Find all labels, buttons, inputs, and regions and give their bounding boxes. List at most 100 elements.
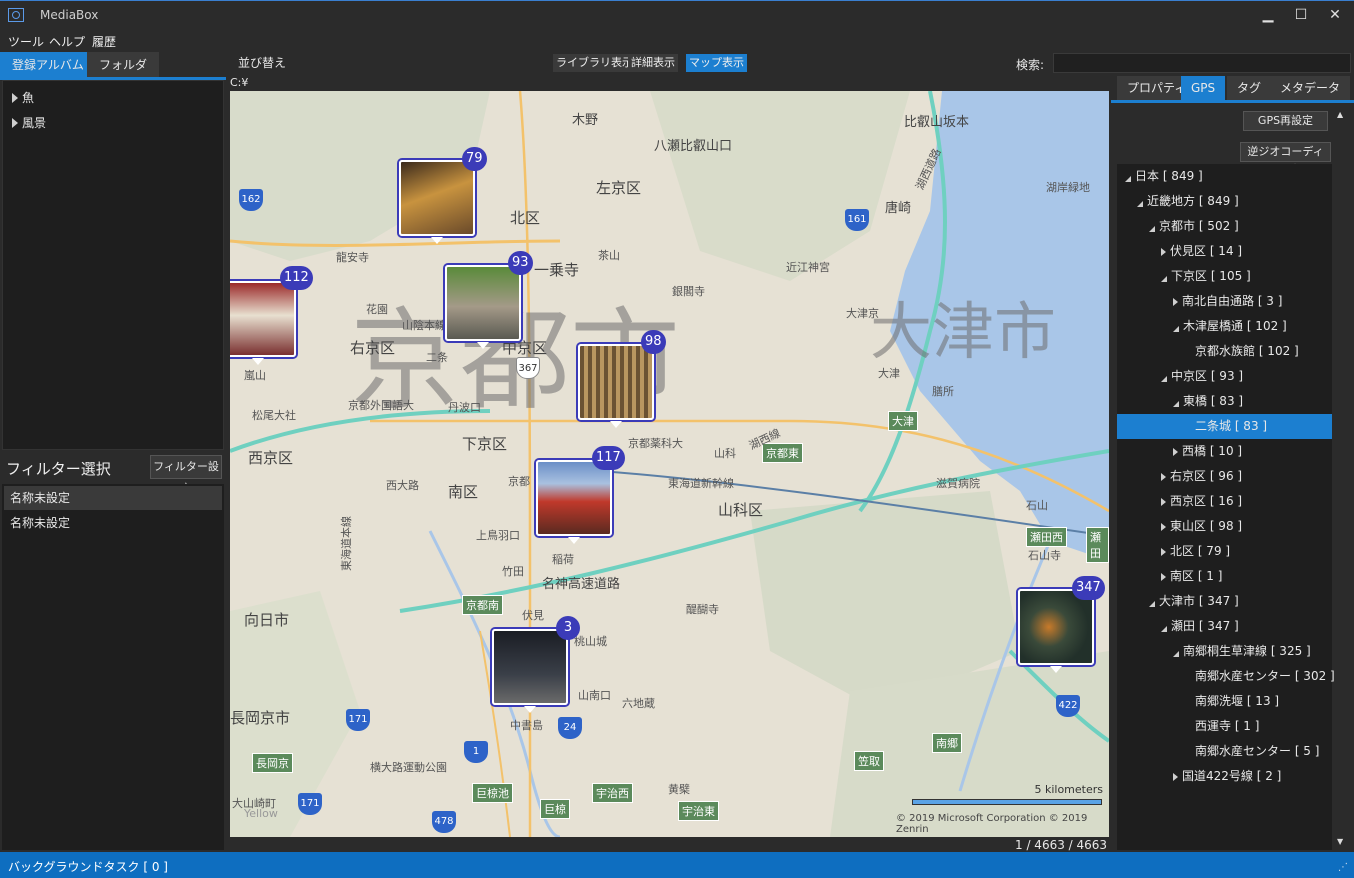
close-icon[interactable]: ✕ [1325, 6, 1345, 24]
scroll-up-icon[interactable]: ▲ [1337, 110, 1343, 119]
photo-pin[interactable] [1018, 589, 1094, 665]
expand-arrow-icon[interactable] [1161, 573, 1166, 581]
gps-tree-node[interactable]: 東山区 [ 98 ] [1117, 514, 1332, 539]
expand-arrow-icon[interactable] [1161, 548, 1166, 556]
gps-reset-button[interactable]: GPS再設定 [1243, 111, 1328, 131]
collapse-arrow-icon[interactable] [1161, 376, 1167, 382]
menu-tools[interactable]: ツール [8, 33, 44, 50]
tab-registered-albums[interactable]: 登録アルバム [0, 52, 96, 78]
filter-item[interactable]: 名称未設定 [4, 511, 222, 535]
pin-tail [610, 421, 622, 428]
collapse-arrow-icon[interactable] [1173, 651, 1179, 657]
reverse-geocode-button[interactable]: 逆ジオコーディング [1240, 142, 1331, 176]
scroll-down-icon[interactable]: ▼ [1337, 837, 1343, 846]
gps-tree-node[interactable]: 国道422号線 [ 2 ] [1117, 764, 1332, 789]
tab-tags[interactable]: タグ [1227, 76, 1272, 100]
map-view-button[interactable]: マップ表示 [686, 54, 747, 72]
photo-pin[interactable] [578, 344, 654, 420]
gps-tree-node[interactable]: 伏見区 [ 14 ] [1117, 239, 1332, 264]
collapse-arrow-icon[interactable] [1125, 176, 1131, 182]
gps-tree-node[interactable]: 京都水族館 [ 102 ] [1117, 339, 1332, 364]
collapse-arrow-icon[interactable] [1173, 326, 1179, 332]
gps-tree-node[interactable]: 西京区 [ 16 ] [1117, 489, 1332, 514]
collapse-arrow-icon[interactable] [1137, 201, 1143, 207]
gps-tree-node[interactable]: 木津屋橋通 [ 102 ] [1117, 314, 1332, 339]
map-label: 上鳥羽口 [476, 529, 520, 542]
gps-tree-node-label: 南郷水産センター [ 5 ] [1195, 744, 1320, 758]
gps-tree-node[interactable]: 南郷桐生草津線 [ 325 ] [1117, 639, 1332, 664]
gps-tree-node[interactable]: 大津市 [ 347 ] [1117, 589, 1332, 614]
gps-tree-node[interactable]: 右京区 [ 96 ] [1117, 464, 1332, 489]
map-view[interactable]: 京都市 大津市 木野 八瀬比叡山口 比叡山坂本 湖西道路 左京区 唐崎 湖岸緑地… [230, 91, 1109, 837]
map-label: 唐崎 [885, 201, 912, 216]
expand-arrow-icon[interactable] [1161, 248, 1166, 256]
gps-tree-node[interactable]: 南郷水産センター [ 302 ] [1117, 664, 1335, 689]
collapse-arrow-icon[interactable] [1173, 401, 1179, 407]
tab-metadata[interactable]: メタデータ [1270, 76, 1351, 100]
photo-pin[interactable] [536, 460, 612, 536]
gps-tree-node[interactable]: 西運寺 [ 1 ] [1117, 714, 1332, 739]
gps-tree-node[interactable]: 西橋 [ 10 ] [1117, 439, 1332, 464]
map-label: 松尾大社 [252, 409, 296, 422]
photo-pin[interactable] [492, 629, 568, 705]
maximize-icon[interactable]: ☐ [1291, 6, 1311, 24]
gps-tree-node[interactable]: 日本 [ 849 ] [1117, 164, 1332, 189]
map-label: 桃山城 [574, 635, 607, 648]
collapse-arrow-icon[interactable] [1161, 626, 1167, 632]
collapse-arrow-icon[interactable] [1149, 601, 1155, 607]
gps-tree-node-label: 南北自由通路 [ 3 ] [1182, 294, 1283, 308]
expand-arrow-icon[interactable] [12, 118, 18, 128]
gps-location-tree[interactable]: 日本 [ 849 ] 近畿地方 [ 849 ] 京都市 [ 502 ] 伏見区 [ 1… [1117, 164, 1335, 850]
route-number: 171 [346, 709, 370, 731]
filter-item[interactable]: 名称未設定 [4, 486, 222, 510]
map-label: 滋賀病院 [936, 477, 980, 490]
gps-tree-scrollbar[interactable] [1334, 106, 1352, 850]
gps-tree-node[interactable]: 中京区 [ 93 ] [1117, 364, 1332, 389]
search-input[interactable] [1053, 53, 1351, 73]
map-watermark: Yellow [244, 807, 278, 820]
map-label: 西大路 [386, 479, 419, 492]
gps-tree-node-label: 日本 [ 849 ] [1135, 169, 1203, 183]
gps-tree-node[interactable]: 北区 [ 79 ] [1117, 539, 1332, 564]
menu-help[interactable]: ヘルプ [49, 33, 85, 50]
expand-arrow-icon[interactable] [1173, 298, 1178, 306]
expand-arrow-icon[interactable] [1161, 523, 1166, 531]
library-view-button[interactable]: ライブラリ表示 [553, 54, 636, 72]
gps-tree-node[interactable]: 南郷水産センター [ 5 ] [1117, 739, 1332, 764]
map-copyright: © 2019 Microsoft Corporation © 2019 Zenr… [896, 813, 1088, 835]
expand-arrow-icon[interactable] [1173, 448, 1178, 456]
minimize-icon[interactable]: ▁ [1258, 6, 1278, 24]
photo-pin[interactable] [445, 265, 521, 341]
map-label: 八瀬比叡山口 [654, 139, 733, 154]
album-item-fish[interactable]: 魚 [12, 89, 34, 106]
gps-tree-node[interactable]: 南郷洗堰 [ 13 ] [1117, 689, 1332, 714]
map-label: 大津京 [846, 307, 879, 320]
resize-grip-icon[interactable]: ⋰ [1338, 862, 1348, 873]
sort-button[interactable]: 並び替え [238, 54, 286, 71]
filter-settings-button[interactable]: フィルター設定 [150, 455, 222, 495]
expand-arrow-icon[interactable] [1161, 473, 1166, 481]
detail-view-button[interactable]: 詳細表示 [628, 54, 678, 72]
current-path: C:¥ [230, 76, 249, 89]
expand-arrow-icon[interactable] [12, 93, 18, 103]
gps-tree-node[interactable]: 京都市 [ 502 ] [1117, 214, 1332, 239]
photo-pin[interactable] [230, 281, 296, 357]
filter-title: フィルター選択 [6, 460, 111, 478]
photo-pin[interactable] [399, 160, 475, 236]
gps-tree-node-label: 下京区 [ 105 ] [1171, 269, 1251, 283]
gps-tree-node[interactable]: 南北自由通路 [ 3 ] [1117, 289, 1332, 314]
expand-arrow-icon[interactable] [1161, 498, 1166, 506]
gps-tree-node[interactable]: 南区 [ 1 ] [1117, 564, 1332, 589]
album-item-scenery[interactable]: 風景 [12, 114, 46, 131]
gps-tree-node[interactable]: 東橋 [ 83 ] [1117, 389, 1332, 414]
gps-tree-node[interactable]: 二条城 [ 83 ] [1117, 414, 1332, 439]
gps-tree-node[interactable]: 下京区 [ 105 ] [1117, 264, 1332, 289]
gps-tree-node[interactable]: 瀬田 [ 347 ] [1117, 614, 1332, 639]
tab-folders[interactable]: フォルダ [87, 52, 160, 78]
tab-gps[interactable]: GPS [1181, 76, 1226, 100]
menu-history[interactable]: 履歴 [92, 33, 116, 50]
expand-arrow-icon[interactable] [1173, 773, 1178, 781]
collapse-arrow-icon[interactable] [1149, 226, 1155, 232]
collapse-arrow-icon[interactable] [1161, 276, 1167, 282]
gps-tree-node[interactable]: 近畿地方 [ 849 ] [1117, 189, 1332, 214]
